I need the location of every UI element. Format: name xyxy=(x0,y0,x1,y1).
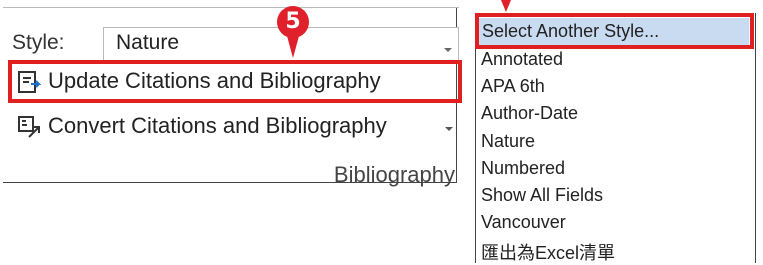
callout-pointer xyxy=(287,36,299,58)
convert-bibliography-icon xyxy=(18,116,40,138)
list-item-vancouver[interactable]: Vancouver xyxy=(481,212,566,233)
style-label: Style: xyxy=(12,31,65,54)
list-item-export-excel[interactable]: 匯出為Excel清單 xyxy=(481,239,615,265)
chevron-down-icon[interactable] xyxy=(444,48,452,52)
list-item-annotated[interactable]: Annotated xyxy=(481,49,563,70)
convert-citations-label: Convert Citations and Bibliography xyxy=(48,113,387,138)
update-highlight-box xyxy=(8,60,462,103)
arrow-pointer-icon xyxy=(501,0,511,12)
list-item-show-all-fields[interactable]: Show All Fields xyxy=(481,185,603,206)
chevron-down-icon[interactable] xyxy=(445,127,453,131)
select-style-highlight-box xyxy=(475,13,754,49)
convert-citations-button[interactable]: Convert Citations and Bibliography xyxy=(15,110,463,146)
list-item-numbered[interactable]: Numbered xyxy=(481,158,565,179)
style-list: Select Another Style... Annotated APA 6t… xyxy=(475,13,756,263)
list-item-apa-6th[interactable]: APA 6th xyxy=(481,76,545,97)
list-item-author-date[interactable]: Author-Date xyxy=(481,103,578,124)
group-top-border xyxy=(3,7,459,8)
group-title: Bibliography xyxy=(333,162,455,187)
callout-badge: 5 xyxy=(277,6,309,38)
style-select-value: Nature xyxy=(116,31,180,54)
list-item-nature[interactable]: Nature xyxy=(481,131,535,152)
